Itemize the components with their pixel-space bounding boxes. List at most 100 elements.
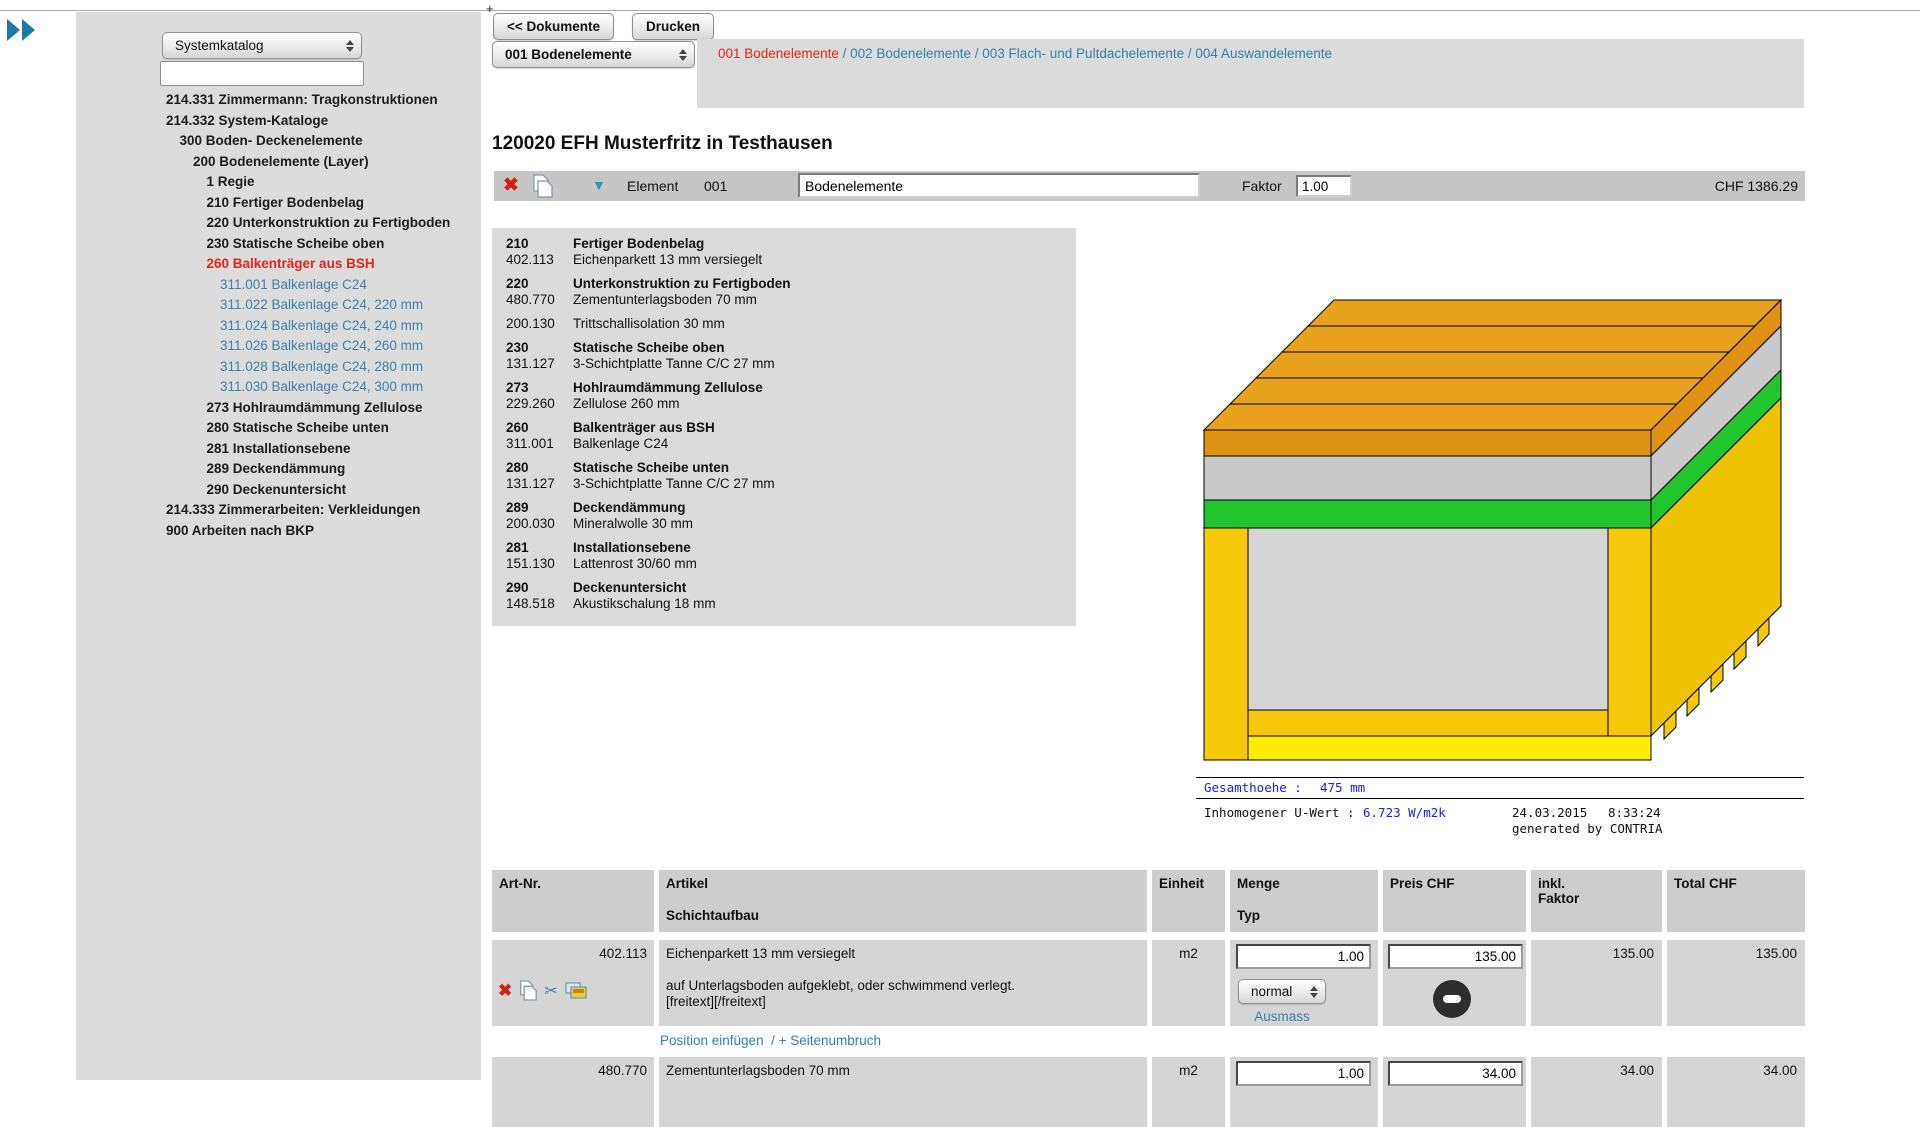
artikel-note: auf Unterlagsboden aufgeklebt, oder schw… [666, 978, 1015, 993]
cell-einheit: m2 [1152, 940, 1225, 1026]
header-menge: Menge Typ [1230, 870, 1378, 932]
tree-item[interactable]: 214.332 System-Kataloge [152, 111, 557, 132]
artikel-title: Zementunterlagsboden 70 mm [659, 1057, 1147, 1078]
header-preis: Preis CHF [1383, 870, 1526, 932]
construction-preview-panel: Gesamthoehe : 475 mm Inhomogener U-Wert … [1196, 228, 1804, 846]
cell-art-nr: 402.113 ✖ ✂ [492, 940, 654, 1026]
header-artikel: Artikel Schichtaufbau [659, 870, 1147, 932]
element-number: 001 [704, 178, 727, 194]
cell-menge [1230, 1057, 1378, 1127]
menge-input[interactable] [1236, 1061, 1371, 1086]
element-label: Element [627, 178, 678, 194]
u-value-label: Inhomogener U-Wert : [1204, 804, 1355, 821]
layer-row: 260Balkenträger aus BSH311.001Balkenlage… [506, 420, 1076, 452]
cell-art-nr: 480.770 [492, 1057, 654, 1127]
layer-row: 289Deckendämmung200.030Mineralwolle 30 m… [506, 500, 1076, 532]
cell-inkl-faktor: 135.00 [1531, 940, 1662, 1026]
total-height-label: Gesamthoehe : [1204, 778, 1302, 798]
catalog-type-select[interactable]: Systemkatalog [162, 32, 362, 59]
element-total-chf: CHF 1386.29 [1715, 178, 1798, 194]
construction-isometric-diagram [1196, 228, 1804, 777]
einheit-value: m2 [1152, 1057, 1225, 1078]
copy-element-icon[interactable] [532, 174, 553, 198]
header-einheit: Einheit [1152, 870, 1225, 932]
ausmass-link[interactable]: Ausmass [1238, 1009, 1326, 1024]
table-header-row: Art-Nr. Artikel Schichtaufbau Einheit Me… [492, 870, 1805, 932]
cell-total: 34.00 [1667, 1057, 1805, 1127]
preis-input[interactable] [1388, 944, 1523, 969]
cell-preis [1383, 1057, 1526, 1127]
catalog-type-select-value: Systemkatalog [175, 38, 264, 53]
layer-row: 210Fertiger Bodenbelag402.113Eichenparke… [506, 236, 1076, 268]
layer-row: 273Hohlraumdämmung Zellulose229.260Zellu… [506, 380, 1076, 412]
breadcrumb-item[interactable]: 001 Bodenelemente [718, 46, 839, 61]
cell-artikel: Eichenparkett 13 mm versiegelt auf Unter… [659, 940, 1147, 1026]
element-tabs-bar: 001 Bodenelemente / 002 Bodenelemente / … [697, 39, 1804, 108]
artikel-title: Eichenparkett 13 mm versiegelt [659, 940, 1147, 961]
documents-back-button[interactable]: << Dokumente [493, 13, 614, 40]
delete-position-icon[interactable]: ✖ [498, 982, 512, 999]
preis-input[interactable] [1388, 1061, 1523, 1086]
total-height-row: Gesamthoehe : 475 mm [1196, 777, 1804, 799]
typ-select-value: normal [1251, 984, 1292, 999]
catalog-search-input[interactable] [160, 61, 364, 86]
layer-row: 230Statische Scheibe oben131.1273-Schich… [506, 340, 1076, 372]
faktor-input[interactable] [1296, 175, 1352, 197]
layer-row: 290Deckenuntersicht148.518Akustikschalun… [506, 580, 1076, 612]
window-top-divider [0, 10, 1920, 11]
element-select-value: 001 Bodenelemente [505, 47, 632, 62]
copy-position-icon[interactable] [519, 980, 537, 1001]
cell-menge: normal Ausmass [1230, 940, 1378, 1026]
select-stepper-icon [346, 40, 354, 52]
menge-input[interactable] [1236, 944, 1371, 969]
layer-row: 220Unterkonstruktion zu Fertigboden480.7… [506, 276, 1076, 308]
artikel-freitext: [freitext][/freitext] [666, 994, 766, 1009]
cell-inkl-faktor: 34.00 [1531, 1057, 1662, 1127]
breadcrumb-separator: / [1184, 46, 1195, 61]
art-nr-value: 480.770 [492, 1057, 654, 1078]
position-insert-link[interactable]: Position einfügen [660, 1033, 764, 1048]
image-position-icon[interactable] [565, 982, 587, 999]
insert-links-row: Position einfügen / + Seitenumbruch [492, 1033, 1805, 1053]
header-typ: Typ [1237, 908, 1260, 923]
layer-list: 210Fertiger Bodenbelag402.113Eichenparke… [492, 228, 1076, 626]
breadcrumb-separator: / [839, 46, 850, 61]
element-collapse-icon[interactable]: ▼ [592, 177, 606, 193]
breadcrumb-item[interactable]: 004 Auswandelemente [1195, 46, 1332, 61]
total-height-value: 475 mm [1320, 778, 1365, 798]
art-nr-value: 402.113 [492, 940, 654, 961]
element-name-input[interactable] [798, 173, 1200, 198]
generated-time: 8:33:24 [1608, 804, 1661, 821]
generated-by: generated by CONTRIA [1512, 821, 1663, 836]
pagebreak-link[interactable]: / + Seitenumbruch [771, 1033, 881, 1048]
position-row: 402.113 ✖ ✂ Eichenparkett 13 mm versiege… [492, 940, 1805, 1026]
cut-position-icon[interactable]: ✂ [544, 981, 557, 1001]
positions-table: Art-Nr. Artikel Schichtaufbau Einheit Me… [492, 870, 1805, 1127]
generated-date: 24.03.2015 [1512, 804, 1587, 821]
cell-preis [1383, 940, 1526, 1026]
print-button[interactable]: Drucken [632, 13, 714, 40]
breadcrumb-item[interactable]: 002 Bodenelemente [850, 46, 971, 61]
element-header-bar: ✖ ▼ Element 001 Faktor CHF 1386.29 [494, 171, 1805, 201]
header-total: Total CHF [1667, 870, 1805, 932]
element-select[interactable]: 001 Bodenelemente [492, 41, 695, 68]
layer-row: 281Installationsebene151.130Lattenrost 3… [506, 540, 1076, 572]
select-stepper-icon [679, 49, 687, 61]
layer-row: 200.130Trittschallisolation 30 mm [506, 316, 1076, 332]
cell-total: 135.00 [1667, 940, 1805, 1026]
position-row: 480.770 Zementunterlagsboden 70 mm m2 34… [492, 1057, 1805, 1127]
einheit-value: m2 [1152, 940, 1225, 961]
tree-item[interactable]: 214.331 Zimmermann: Tragkonstruktionen [152, 90, 557, 111]
typ-select[interactable]: normal [1238, 979, 1326, 1004]
sidebar-expand-chevrons-icon[interactable] [4, 16, 42, 44]
faktor-label: Faktor [1242, 178, 1282, 194]
layer-row: 280Statische Scheibe unten131.1273-Schic… [506, 460, 1076, 492]
calc-lock-icon[interactable] [1433, 980, 1471, 1018]
header-art-nr: Art-Nr. [492, 870, 654, 932]
cell-artikel: Zementunterlagsboden 70 mm [659, 1057, 1147, 1127]
delete-element-icon[interactable]: ✖ [503, 176, 519, 195]
catalog-sidebar: Systemkatalog 214.331 Zimmermann: Tragko… [76, 12, 481, 1080]
u-value-value: 6.723 W/m2k [1363, 804, 1446, 821]
breadcrumb-item[interactable]: 003 Flach- und Pultdachelemente [982, 46, 1184, 61]
header-inkl-faktor: inkl. Faktor [1531, 870, 1662, 932]
